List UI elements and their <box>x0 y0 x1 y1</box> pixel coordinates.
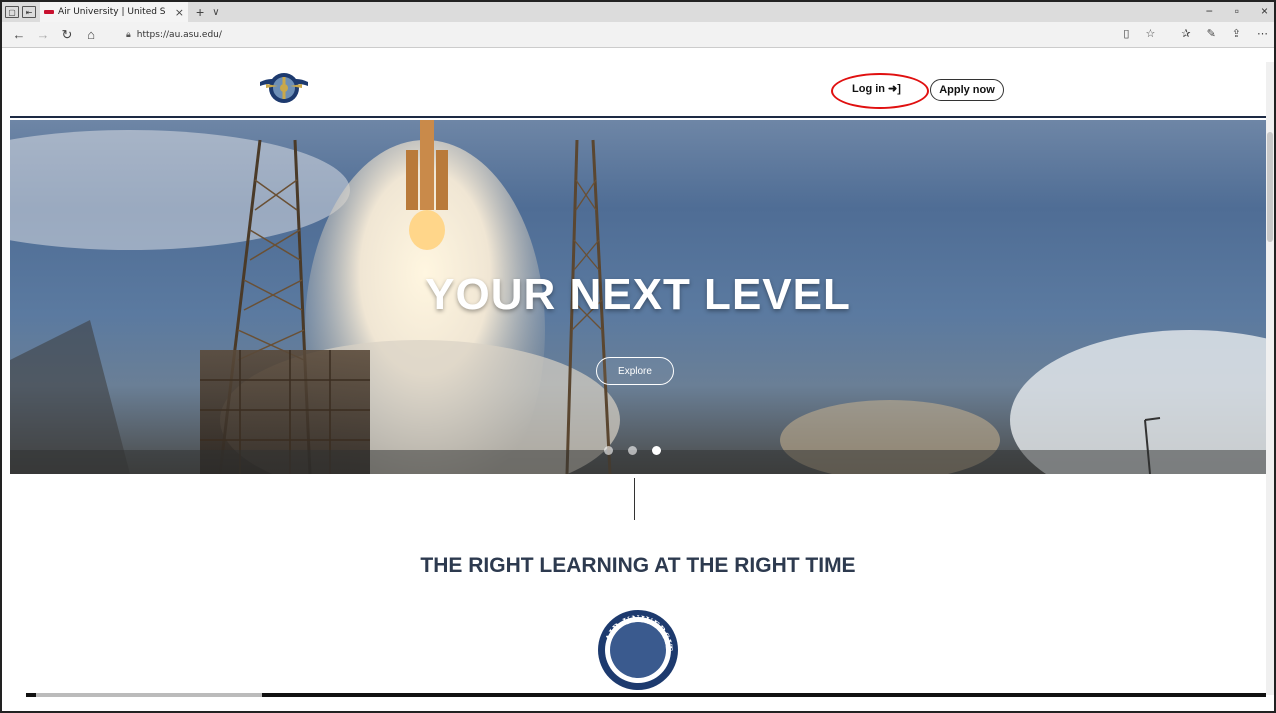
screenshot-frame: ▢ ⇤ Air University | United S × + ∨ − ▫ … <box>0 0 1276 713</box>
tab-actions-icon[interactable]: ▢ <box>5 6 19 18</box>
more-icon[interactable]: ⋯ <box>1257 27 1268 40</box>
close-window-button[interactable]: × <box>1261 4 1268 18</box>
address-toolbar: ← → ↻ ⌂ 🔒︎ https://au.asu.edu/ ▯ ☆ ✰ ✎ ⇪… <box>2 22 1274 48</box>
explore-button[interactable]: Explore <box>596 357 674 385</box>
home-icon[interactable]: ⌂ <box>84 27 98 42</box>
tab-title: Air University | United S <box>58 7 166 17</box>
air-university-logo[interactable] <box>258 68 310 108</box>
lock-icon: 🔒︎ <box>126 30 131 40</box>
back-arrow-icon[interactable]: ← <box>12 27 26 42</box>
asu-favicon-icon <box>44 10 54 14</box>
air-university-seal: AIR UNIVERSITY <box>596 608 678 690</box>
tab-menu-chevron-icon[interactable]: ∨ <box>212 7 219 18</box>
carousel-dot[interactable] <box>604 446 613 455</box>
minimize-button[interactable]: − <box>1206 4 1213 18</box>
page-scrollbar[interactable] <box>1266 62 1274 695</box>
refresh-icon[interactable]: ↻ <box>60 27 74 43</box>
carousel-dot-active[interactable] <box>652 446 661 455</box>
favorites-icon[interactable]: ✰ <box>1181 27 1190 40</box>
share-icon[interactable]: ⇪ <box>1232 27 1241 40</box>
set-tabs-aside-icon[interactable]: ⇤ <box>22 6 36 18</box>
carousel-dot[interactable] <box>628 446 637 455</box>
scrollbar-thumb[interactable] <box>1267 132 1273 242</box>
pen-icon[interactable]: ✎ <box>1207 27 1216 40</box>
tab-strip: ▢ ⇤ Air University | United S × + ∨ − ▫ … <box>2 2 1274 22</box>
hero-carousel: YOUR NEXT LEVEL Explore <box>10 120 1266 474</box>
forward-arrow-icon[interactable]: → <box>36 27 50 42</box>
url-text: https://au.asu.edu/ <box>136 30 222 40</box>
window-controls: − ▫ × <box>1206 4 1268 18</box>
web-page: Log in ➜] Apply now YOUR NEXT LEVEL Expl… <box>10 62 1266 695</box>
annotation-circle <box>831 73 929 109</box>
toolbar-buttons: ▯ ☆ ✰ ✎ ⇪ ⋯ <box>1123 27 1268 40</box>
restore-button[interactable]: ▫ <box>1235 4 1239 18</box>
reading-view-icon[interactable]: ▯ <box>1123 27 1129 40</box>
browser-tab-active[interactable]: Air University | United S × <box>40 2 188 22</box>
hero-title: YOUR NEXT LEVEL <box>425 270 851 319</box>
new-tab-button[interactable]: + <box>196 4 204 20</box>
address-bar[interactable]: 🔒︎ https://au.asu.edu/ <box>126 26 1126 44</box>
favorite-star-icon[interactable]: ☆ <box>1145 27 1155 40</box>
bottom-edge-segment <box>36 693 262 697</box>
bottom-edge-bar <box>26 693 1266 697</box>
carousel-indicators <box>604 446 661 455</box>
section-tagline: THE RIGHT LEARNING AT THE RIGHT TIME <box>420 554 856 577</box>
apply-now-button[interactable]: Apply now <box>930 79 1004 101</box>
site-header: Log in ➜] Apply now <box>10 62 1266 118</box>
tab-close-icon[interactable]: × <box>175 6 184 19</box>
section-divider <box>634 478 635 520</box>
